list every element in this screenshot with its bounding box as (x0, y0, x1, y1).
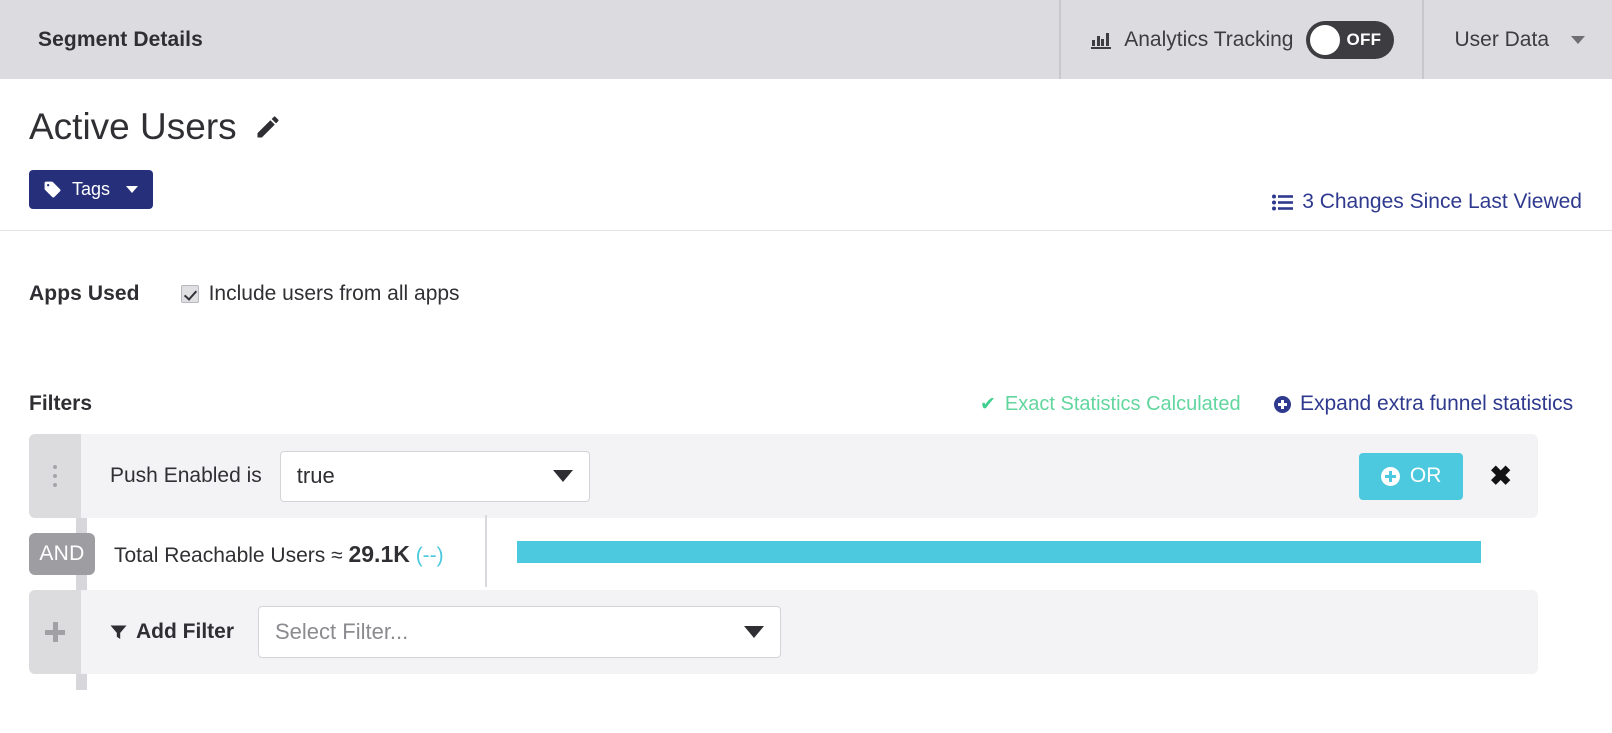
plus-icon (45, 622, 65, 642)
exact-statistics-label: Exact Statistics Calculated (1004, 393, 1241, 415)
add-filter-label-wrap: Add Filter (110, 620, 234, 644)
filter-value-select[interactable]: true (279, 450, 590, 502)
include-all-apps-label: Include users from all apps (208, 282, 460, 305)
segment-title-row: Active Users (29, 108, 282, 145)
reachable-users-bar-fill (517, 541, 1481, 563)
exact-statistics-status: ✔ Exact Statistics Calculated (980, 393, 1241, 416)
and-statistics-row: AND Total Reachable Users ≈ 29.1K (--) (29, 515, 1538, 590)
select-filter-placeholder: Select Filter... (275, 619, 409, 644)
reachable-users-label: Total Reachable Users ≈ (114, 543, 349, 567)
add-filter-plus-button[interactable] (29, 590, 81, 674)
user-data-dropdown[interactable]: User Data (1424, 0, 1612, 79)
tags-button[interactable]: Tags (29, 170, 154, 209)
drag-handle-dots (53, 465, 57, 487)
title-section: Active Users Tags 3 Changes Since Last V… (0, 79, 1612, 231)
plus-circle-icon (1274, 395, 1291, 413)
add-filter-label: Add Filter (136, 620, 234, 643)
chevron-down-icon (1571, 35, 1585, 44)
include-all-apps-wrap: Include users from all apps (180, 282, 460, 306)
filter-row-body: Push Enabled is true OR ✖ (81, 434, 1538, 518)
segment-name: Active Users (29, 106, 237, 147)
list-icon (1272, 194, 1294, 210)
bar-chart-icon (1091, 30, 1112, 49)
pencil-icon[interactable] (254, 113, 282, 141)
user-data-label: User Data (1454, 27, 1549, 51)
top-bar: Segment Details Analytics Tracking OFF U… (0, 0, 1612, 79)
filter-value-text: true (296, 463, 335, 488)
tag-icon (44, 181, 61, 198)
or-button-label: OR (1409, 464, 1442, 487)
filters-title: Filters (29, 392, 93, 415)
expand-extra-funnel-statistics-link[interactable]: Expand extra funnel statistics (1274, 392, 1573, 416)
plus-circle-icon (1380, 466, 1400, 486)
add-or-condition-button[interactable]: OR (1358, 452, 1464, 500)
include-all-apps-checkbox[interactable] (180, 285, 199, 303)
select-caret-icon (552, 470, 573, 482)
apps-used-label: Apps Used (29, 282, 140, 305)
caret-down-icon (126, 186, 139, 193)
reachable-users-delta: (--) (415, 543, 444, 567)
drag-handle-icon[interactable] (29, 434, 81, 518)
tags-button-label: Tags (72, 179, 111, 199)
add-filter-row-body: Add Filter Select Filter... (81, 590, 1538, 674)
add-filter-row: Add Filter Select Filter... (29, 590, 1538, 674)
apps-used-row: Apps Used Include users from all apps (29, 282, 460, 306)
check-icon: ✔ (980, 394, 996, 415)
stats-divider (485, 515, 487, 587)
select-caret-icon (744, 626, 764, 638)
funnel-icon (110, 625, 127, 639)
toggle-knob (1310, 24, 1341, 55)
analytics-tracking-label: Analytics Tracking (1124, 27, 1294, 51)
filter-row: Push Enabled is true OR ✖ (29, 434, 1538, 518)
page-title: Segment Details (38, 27, 203, 51)
expand-link-label: Expand extra funnel statistics (1300, 392, 1574, 415)
toggle-state-label: OFF (1346, 29, 1382, 49)
filters-header: Filters ✔ Exact Statistics Calculated Ex… (0, 390, 1612, 424)
total-reachable-users-text: Total Reachable Users ≈ 29.1K (--) (114, 541, 444, 568)
analytics-tracking-group: Analytics Tracking OFF (1061, 0, 1422, 79)
filter-condition-label: Push Enabled is (110, 464, 262, 487)
changes-link-label: 3 Changes Since Last Viewed (1302, 190, 1582, 213)
filter-area: Push Enabled is true OR ✖ AND Total Reac… (29, 434, 1538, 690)
filter-row-actions: OR ✖ (1358, 452, 1538, 500)
remove-filter-button[interactable]: ✖ (1485, 462, 1516, 490)
reachable-users-bar-track (517, 541, 1481, 563)
select-filter-dropdown[interactable]: Select Filter... (258, 606, 781, 658)
changes-since-last-viewed-link[interactable]: 3 Changes Since Last Viewed (1272, 190, 1582, 214)
and-operator-badge[interactable]: AND (29, 533, 95, 575)
reachable-users-value: 29.1K (348, 540, 410, 567)
analytics-tracking-toggle[interactable]: OFF (1306, 20, 1395, 59)
